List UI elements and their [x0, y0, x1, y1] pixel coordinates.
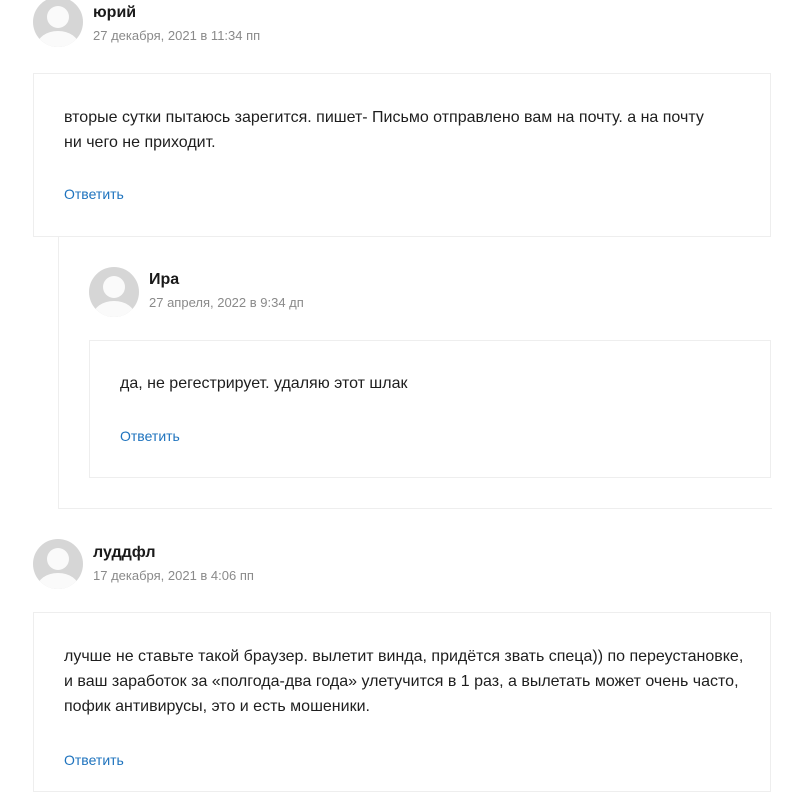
avatar [33, 539, 83, 589]
comment-text: лучше не ставьте такой браузер. вылетит … [64, 648, 744, 715]
comment-3: луддфл 17 декабря, 2021 в 4:06 пп лучше … [0, 0, 802, 792]
comment-date[interactable]: 17 декабря, 2021 в 4:06 пп [93, 568, 254, 583]
comment-author[interactable]: луддфл [93, 544, 156, 562]
comment-body: лучше не ставьте такой браузер. вылетит … [33, 612, 771, 792]
reply-link[interactable]: Ответить [64, 752, 124, 768]
